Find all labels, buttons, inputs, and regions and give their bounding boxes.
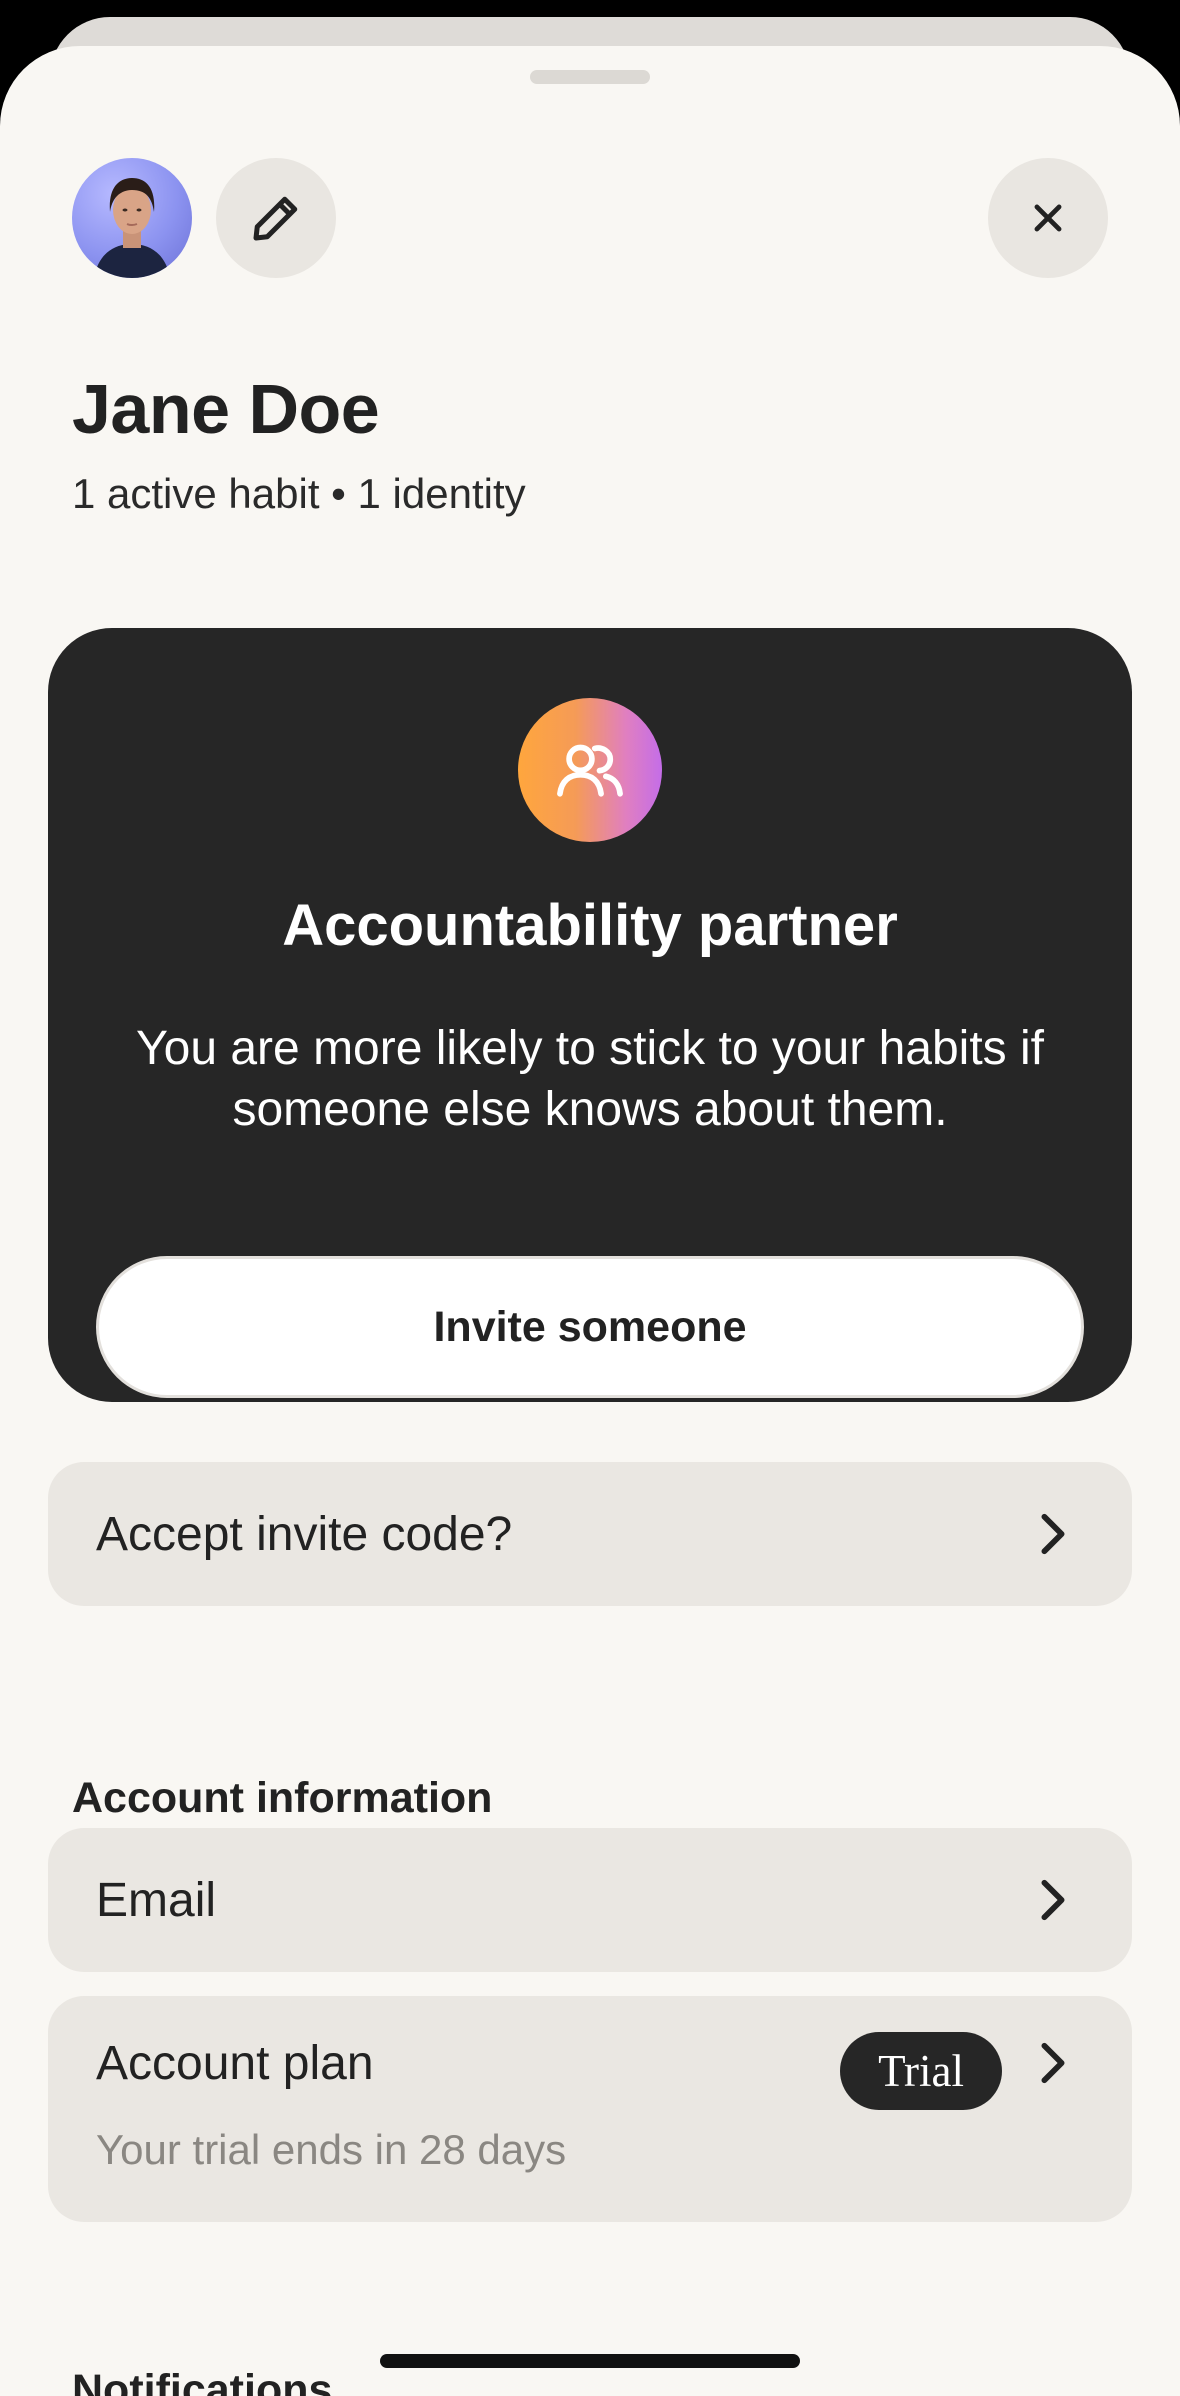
profile-sheet: Jane Doe 1 active habit • 1 identity Acc… [0,46,1180,2396]
close-button[interactable] [988,158,1108,278]
invite-someone-button[interactable]: Invite someone [96,1256,1084,1398]
plan-status-badge: Trial [840,2032,1002,2110]
home-indicator[interactable] [380,2354,800,2368]
avatar-photo [94,178,170,278]
pencil-icon [253,196,298,241]
chevron-right-icon [1041,1879,1065,1921]
close-icon [1034,204,1062,232]
account-plan-row[interactable]: Account plan Trial Your trial ends in 28… [48,1996,1132,2222]
partner-icon-badge [518,698,662,842]
partner-card-description: You are more likely to stick to your hab… [136,1022,1044,1136]
sheet-grabber[interactable] [530,70,650,84]
account-information-heading: Account information [72,1774,493,1822]
accept-invite-code-row[interactable]: Accept invite code? [48,1462,1132,1606]
profile-stats: 1 active habit • 1 identity [72,470,526,517]
email-label: Email [96,1874,217,1927]
people-icon [557,744,623,797]
chevron-right-icon [1041,1513,1065,1555]
account-plan-label: Account plan [96,2037,374,2090]
notifications-heading: Notifications [72,2366,333,2396]
profile-name: Jane Doe [72,370,380,448]
screen: Jane Doe 1 active habit • 1 identity Acc… [0,0,1180,2396]
accountability-partner-card: Accountability partner You are more like… [48,628,1132,1402]
edit-profile-button[interactable] [216,158,336,278]
partner-card-title: Accountability partner [282,893,898,958]
email-row[interactable]: Email [48,1828,1132,1972]
trial-remaining-text: Your trial ends in 28 days [96,2126,567,2173]
accept-invite-code-label: Accept invite code? [96,1508,513,1561]
chevron-right-icon [1041,2042,1065,2084]
avatar[interactable] [72,158,192,278]
